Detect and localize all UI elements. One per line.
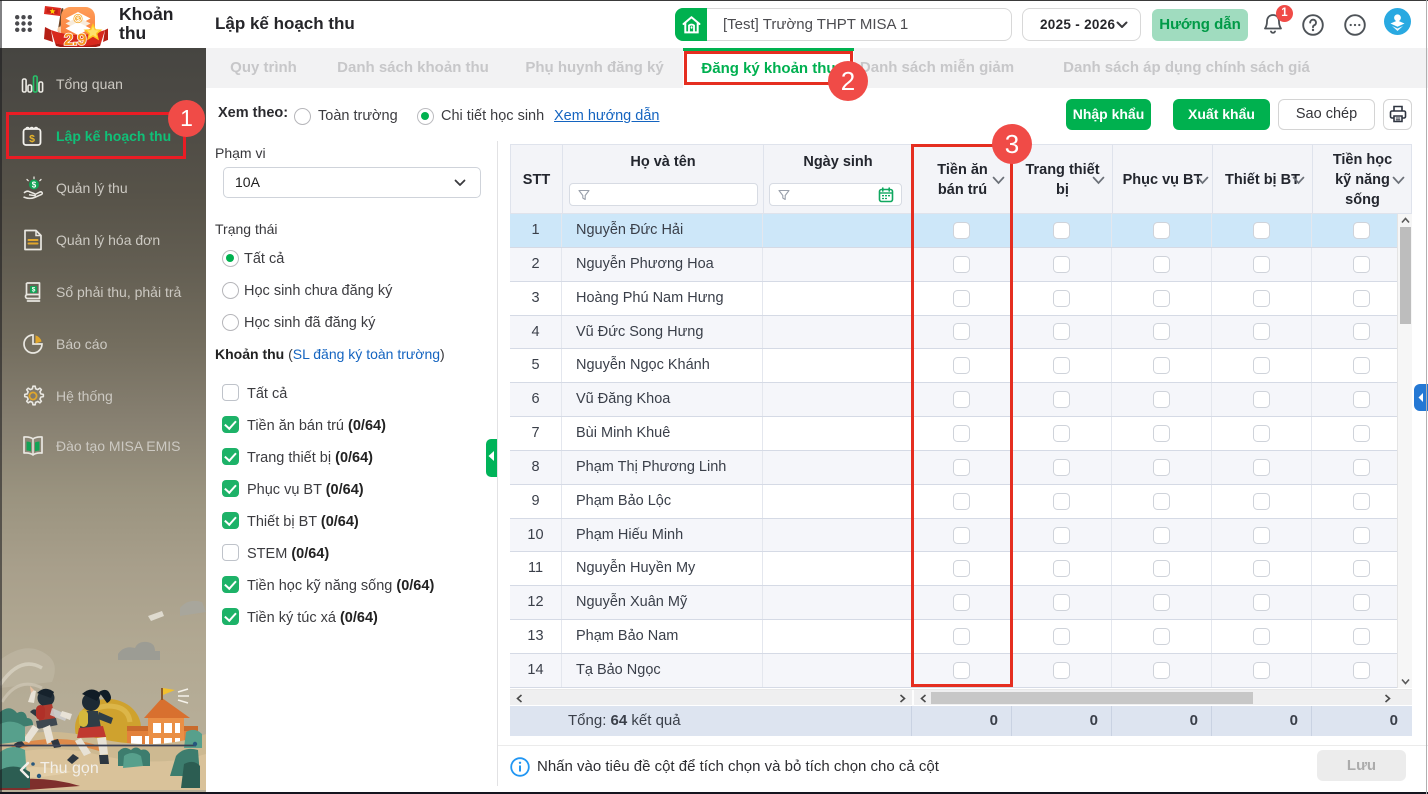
svg-text:2.9: 2.9 [64,30,86,47]
svg-text:$: $ [76,16,80,23]
svg-text:$: $ [32,181,37,190]
svg-text:$: $ [32,287,36,294]
